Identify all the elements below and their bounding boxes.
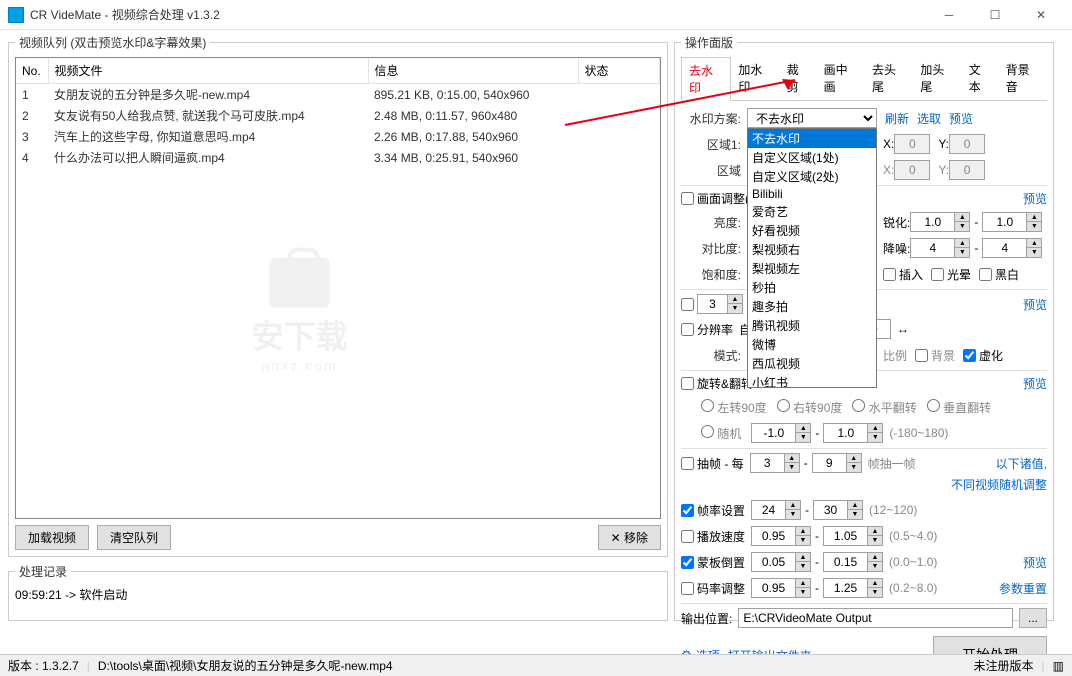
dropdown-option[interactable]: 趣多拍 xyxy=(748,297,876,316)
close-button[interactable]: ✕ xyxy=(1018,0,1064,30)
window-title: CR VideMate - 视频综合处理 v1.3.2 xyxy=(30,6,220,23)
dropdown-option[interactable]: Bilibili xyxy=(748,186,876,202)
insert-check[interactable] xyxy=(883,268,896,281)
fps-check[interactable] xyxy=(681,504,694,517)
rotate-check[interactable] xyxy=(681,377,694,390)
col-status[interactable]: 状态 xyxy=(578,58,660,84)
image-adjust-check[interactable] xyxy=(681,192,694,205)
clear-queue-button[interactable]: 清空队列 xyxy=(97,525,171,550)
aspect-check[interactable] xyxy=(681,298,694,311)
preview-link[interactable]: 预览 xyxy=(949,110,973,127)
col-no[interactable]: No. xyxy=(16,58,48,84)
y2-input xyxy=(949,160,985,180)
tab-2[interactable]: 裁剪 xyxy=(780,57,817,100)
watermark-logo: 安下载anxz.com xyxy=(252,257,348,373)
video-table[interactable]: No. 视频文件 信息 状态 1女朋友说的五分钟是多久呢-new.mp4895.… xyxy=(15,57,661,519)
area2-label: 区域 xyxy=(681,162,741,179)
tab-5[interactable]: 加头尾 xyxy=(913,57,961,100)
rot-vflip[interactable] xyxy=(927,399,940,412)
dropdown-option[interactable]: 不去水印 xyxy=(748,129,876,148)
image-adjust-label: 画面调整( xyxy=(697,190,749,207)
refresh-link[interactable]: 刷新 xyxy=(885,110,909,127)
mask-check[interactable] xyxy=(681,556,694,569)
blur-check[interactable] xyxy=(963,349,976,362)
tab-6[interactable]: 文本 xyxy=(962,57,999,100)
aspect-input[interactable] xyxy=(697,294,727,314)
frame-check[interactable] xyxy=(681,457,694,470)
dropdown-option[interactable]: 梨视频左 xyxy=(748,259,876,278)
denoise2[interactable] xyxy=(982,238,1026,258)
unregistered-text: 未注册版本 xyxy=(974,657,1034,674)
load-video-button[interactable]: 加载视频 xyxy=(15,525,89,550)
y1-input xyxy=(949,134,985,154)
path-text: D:\tools\桌面\视频\女朋友说的五分钟是多久呢-new.mp4 xyxy=(98,657,393,674)
image-preview[interactable]: 预览 xyxy=(1023,190,1047,207)
table-row[interactable]: 4什么办法可以把人瞬间逼疯.mp43.34 MB, 0:25.91, 540x9… xyxy=(16,147,660,168)
tab-7[interactable]: 背景音 xyxy=(999,57,1047,100)
video-queue-panel: 视频队列 (双击预览水印&字幕效果) No. 视频文件 信息 状态 1女朋友说的… xyxy=(8,34,668,557)
col-info[interactable]: 信息 xyxy=(368,58,578,84)
version-text: 版本 : 1.3.2.7 xyxy=(8,657,79,674)
table-row[interactable]: 3汽车上的这些字母, 你知道意思吗.mp42.26 MB, 0:17.88, 5… xyxy=(16,126,660,147)
scheme-label: 水印方案: xyxy=(681,110,741,127)
rot-left[interactable] xyxy=(701,399,714,412)
queue-legend: 视频队列 (双击预览水印&字幕效果) xyxy=(15,34,210,51)
bw-check[interactable] xyxy=(979,268,992,281)
notebook-icon[interactable]: ▥ xyxy=(1053,659,1064,673)
resolution-check[interactable] xyxy=(681,323,694,336)
rot-hflip[interactable] xyxy=(852,399,865,412)
sharpen1[interactable] xyxy=(910,212,954,232)
speed-check[interactable] xyxy=(681,530,694,543)
dropdown-option[interactable]: 西瓜视频 xyxy=(748,354,876,373)
app-icon xyxy=(8,7,24,23)
x2-input xyxy=(894,160,930,180)
denoise1[interactable] xyxy=(910,238,954,258)
log-panel: 处理记录 09:59:21 -> 软件启动 xyxy=(8,563,668,621)
dropdown-option[interactable]: 微博 xyxy=(748,335,876,354)
dropdown-option[interactable]: 自定义区域(1处) xyxy=(748,148,876,167)
tab-3[interactable]: 画中画 xyxy=(817,57,865,100)
sharpen2[interactable] xyxy=(982,212,1026,232)
minimize-button[interactable]: ─ xyxy=(926,0,972,30)
log-line: 09:59:21 -> 软件启动 xyxy=(15,586,661,603)
maximize-button[interactable]: ☐ xyxy=(972,0,1018,30)
bitrate-check[interactable] xyxy=(681,582,694,595)
bg-check[interactable] xyxy=(915,349,928,362)
dropdown-option[interactable]: 腾讯视频 xyxy=(748,316,876,335)
select-link[interactable]: 选取 xyxy=(917,110,941,127)
area1-label: 区域1: xyxy=(681,136,741,153)
browse-button[interactable]: ... xyxy=(1019,608,1047,628)
tab-4[interactable]: 去头尾 xyxy=(865,57,913,100)
halo-check[interactable] xyxy=(931,268,944,281)
remove-button[interactable]: ✕ 移除 xyxy=(598,525,661,550)
statusbar: 版本 : 1.3.2.7 | D:\tools\桌面\视频\女朋友说的五分钟是多… xyxy=(0,654,1072,676)
log-legend: 处理记录 xyxy=(15,563,71,580)
scheme-select[interactable]: 不去水印 xyxy=(747,108,877,128)
output-path[interactable] xyxy=(738,608,1013,628)
dropdown-option[interactable]: 秒拍 xyxy=(748,278,876,297)
dropdown-option[interactable]: 爱奇艺 xyxy=(748,202,876,221)
x1-input xyxy=(894,134,930,154)
table-row[interactable]: 2女友说有50人给我点赞, 就送我个马可皮肤.mp42.48 MB, 0:11.… xyxy=(16,105,660,126)
scheme-dropdown[interactable]: 不去水印自定义区域(1处)自定义区域(2处)Bilibili爱奇艺好看视频梨视频… xyxy=(747,128,877,388)
table-row[interactable]: 1女朋友说的五分钟是多久呢-new.mp4895.21 KB, 0:15.00,… xyxy=(16,84,660,106)
dropdown-option[interactable]: 梨视频右 xyxy=(748,240,876,259)
col-file[interactable]: 视频文件 xyxy=(48,58,368,84)
tab-1[interactable]: 加水印 xyxy=(731,57,779,100)
dropdown-option[interactable]: 好看视频 xyxy=(748,221,876,240)
operation-panel: 操作面版 去水印加水印裁剪画中画去头尾加头尾文本背景音 水印方案: 不去水印 不… xyxy=(674,34,1054,621)
dropdown-option[interactable]: 小红书 xyxy=(748,373,876,388)
panel-legend: 操作面版 xyxy=(681,34,737,51)
dropdown-option[interactable]: 自定义区域(2处) xyxy=(748,167,876,186)
tab-0[interactable]: 去水印 xyxy=(681,57,731,101)
rot-random[interactable] xyxy=(701,425,714,438)
rot-right[interactable] xyxy=(777,399,790,412)
